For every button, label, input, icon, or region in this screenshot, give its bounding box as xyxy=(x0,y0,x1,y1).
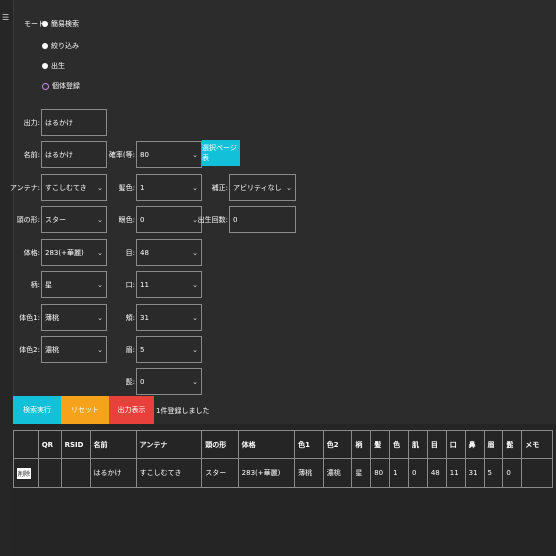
table-header: アンテナ xyxy=(135,430,203,459)
name-label: 名前: xyxy=(23,151,40,159)
table-header: 口 xyxy=(445,430,466,459)
ritsu-label: 確率(等: xyxy=(108,151,135,159)
table-header: メモ xyxy=(521,430,553,459)
color1-label: 体色1: xyxy=(19,314,40,322)
table-header: 名前 xyxy=(89,430,137,459)
brow-label: 眉: xyxy=(125,346,135,354)
table-header: 髭 xyxy=(502,430,523,459)
table-cell: 31 xyxy=(464,458,485,488)
hair-label: 髪色: xyxy=(118,184,135,192)
export-button[interactable]: 出力表示 xyxy=(109,396,154,424)
table-cell: 0 xyxy=(502,458,523,488)
status-message: 1件登録しました xyxy=(156,407,210,415)
ritsu-select[interactable]: 80 ⌄ xyxy=(136,141,202,168)
table-header: 色1 xyxy=(294,430,324,459)
table-cell: 濃桃 xyxy=(322,458,353,488)
table-header: 頭の形 xyxy=(201,430,239,459)
table-cell: すこしむてき xyxy=(135,458,203,488)
eye-color-label: 眼色: xyxy=(118,216,135,224)
table-row: 削除 はるかけ すこしむてき スター 283(+華麗) 薄桃 濃桃 星 80 1… xyxy=(13,458,553,488)
table-header: 柄 xyxy=(351,430,372,459)
table-cell: 283(+華麗) xyxy=(237,458,296,488)
table-header xyxy=(13,430,39,459)
table-header: 鼻 xyxy=(464,430,485,459)
note-select[interactable]: アビリティなし ⌄ xyxy=(229,174,296,201)
table-cell xyxy=(37,458,62,488)
whisker-select[interactable]: 0 ⌄ xyxy=(136,368,202,395)
chevron-down-icon: ⌄ xyxy=(192,313,198,322)
chevron-down-icon: ⌄ xyxy=(192,150,198,159)
body-label: 体格: xyxy=(23,249,40,257)
radio-icon[interactable] xyxy=(42,63,48,69)
table-cell[interactable]: 削除 xyxy=(13,458,39,488)
table-cell: 0 xyxy=(407,458,428,488)
birth-count-label: 出生回数: xyxy=(197,216,228,224)
eye-select[interactable]: 48 ⌄ xyxy=(136,239,202,266)
table-cell: 薄桃 xyxy=(294,458,324,488)
chevron-down-icon: ⌄ xyxy=(192,377,198,386)
table-cell: 48 xyxy=(426,458,447,488)
table-cell: 1 xyxy=(389,458,409,488)
mode-option-register[interactable]: 個体登録 xyxy=(42,81,80,91)
output-label: 出力: xyxy=(23,119,40,127)
table-header: QR xyxy=(37,430,62,459)
table-cell xyxy=(60,458,91,488)
table-cell xyxy=(521,458,553,488)
output-field[interactable]: はるかけ xyxy=(41,109,107,136)
radio-selected-icon[interactable] xyxy=(42,82,49,90)
head-label: 頭の形: xyxy=(16,216,40,224)
table-cell: 星 xyxy=(351,458,372,488)
birth-count-field[interactable]: 0 xyxy=(229,206,296,233)
whisker-label: 髭: xyxy=(125,378,135,386)
cheek-label: 頬: xyxy=(125,314,135,322)
table-header: 目 xyxy=(426,430,447,459)
mode-option-filter[interactable]: 絞り込み xyxy=(42,41,79,51)
chevron-down-icon: ⌄ xyxy=(192,248,198,257)
mode-option-birth[interactable]: 出生 xyxy=(42,61,65,71)
table-header: RSID xyxy=(60,430,91,459)
eye-label: 目: xyxy=(125,249,135,257)
left-sidebar: ☰ xyxy=(0,0,14,556)
table-cell: 5 xyxy=(483,458,504,488)
mode-option-simple[interactable]: 簡易検索 xyxy=(42,19,79,29)
table-header: 体格 xyxy=(237,430,296,459)
color2-label: 体色2: xyxy=(19,346,40,354)
table-cell: 11 xyxy=(445,458,466,488)
table-header: 色 xyxy=(389,430,409,459)
table-cell: 80 xyxy=(370,458,391,488)
cheek-select[interactable]: 31 ⌄ xyxy=(136,304,202,331)
chevron-down-icon: ⌄ xyxy=(286,183,292,192)
table-header: 髪 xyxy=(370,430,391,459)
brow-select[interactable]: 5 ⌄ xyxy=(136,336,202,363)
table-header: 色2 xyxy=(322,430,353,459)
table-cell: はるかけ xyxy=(89,458,137,488)
menu-icon[interactable]: ☰ xyxy=(2,13,9,22)
chevron-down-icon: ⌄ xyxy=(192,280,198,289)
results-table: QR RSID 名前 アンテナ 頭の形 体格 色1 色2 柄 髪 色 肌 目 口… xyxy=(13,430,553,488)
chevron-down-icon: ⌄ xyxy=(192,345,198,354)
table-header: 肌 xyxy=(407,430,428,459)
table-header: 眉 xyxy=(483,430,504,459)
radio-icon[interactable] xyxy=(42,21,48,27)
delete-button[interactable]: 削除 xyxy=(17,467,32,479)
radio-icon[interactable] xyxy=(42,43,48,49)
note-label: 補正: xyxy=(211,184,228,192)
mouth-label: 口: xyxy=(125,281,135,289)
table-cell: スター xyxy=(201,458,239,488)
pattern-label: 柄: xyxy=(30,281,40,289)
sheet-page-button[interactable]: 選択ページ表 xyxy=(202,140,240,166)
reset-button[interactable]: リセット xyxy=(61,396,109,424)
table-header-row: QR RSID 名前 アンテナ 頭の形 体格 色1 色2 柄 髪 色 肌 目 口… xyxy=(13,430,553,459)
antenna-label: アンテナ: xyxy=(9,184,40,192)
search-button[interactable]: 検索実行 xyxy=(13,396,61,424)
mouth-select[interactable]: 11 ⌄ xyxy=(136,271,202,298)
